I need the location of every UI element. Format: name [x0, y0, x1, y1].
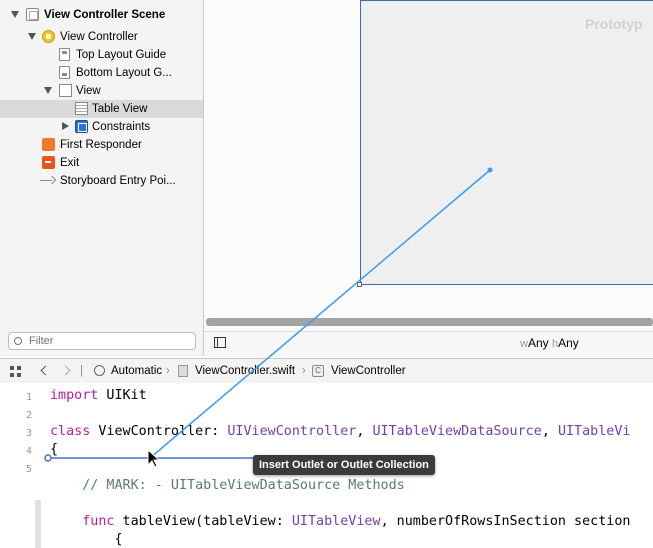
resize-handle[interactable]: [357, 282, 362, 287]
toggle-outline-icon[interactable]: [214, 337, 226, 348]
first-responder-icon: [42, 138, 55, 151]
filter-input[interactable]: [29, 333, 189, 349]
constraints-icon: [75, 120, 88, 133]
code-line-4: {: [50, 442, 59, 457]
outline-filter: [8, 332, 196, 350]
class-icon: C: [312, 365, 324, 377]
outline-item-label: Bottom Layout G...: [76, 67, 172, 79]
swift-file-icon: [178, 365, 188, 377]
code-line-1: import UIKit: [50, 388, 147, 403]
disclosure-open-icon[interactable]: [44, 87, 52, 94]
class-crumb[interactable]: ViewController: [331, 359, 406, 383]
outline-item-label: Constraints: [92, 121, 151, 133]
code-text: , numberOfRowsInSection section: [380, 514, 631, 529]
exit-icon: [42, 156, 55, 169]
pointer-cursor-icon: [147, 449, 160, 468]
separator: |: [80, 365, 83, 377]
grid-icon[interactable]: [10, 366, 21, 377]
type-name: UITableViewDataSource: [372, 424, 542, 439]
line-number-gutter: 1 2 3 4 5: [0, 383, 41, 548]
outline-item-first-responder[interactable]: First Responder: [0, 136, 203, 154]
line-number: 5: [25, 464, 32, 475]
view-controller-icon: [42, 30, 55, 43]
outline-item-label: Exit: [60, 157, 80, 169]
keyword: class: [50, 424, 91, 439]
outline-item-label: Table View: [92, 103, 148, 115]
layout-guide-icon: [59, 48, 70, 61]
keyword: func: [50, 514, 115, 529]
size-class-w-value: Any: [527, 336, 549, 350]
table-view-scene[interactable]: [360, 0, 653, 285]
table-view-icon: [75, 102, 88, 115]
disclosure-open-icon[interactable]: [11, 11, 19, 18]
code-text: UIKit: [98, 388, 147, 403]
outline-item-label: View: [76, 85, 101, 97]
back-chevron-icon[interactable]: [40, 365, 51, 376]
view-icon: [59, 84, 72, 97]
size-class-button[interactable]: wAny hAny: [520, 336, 579, 351]
code-line-6: // MARK: - UITableViewDataSource Methods: [50, 478, 405, 493]
type-name: UIViewController: [227, 424, 357, 439]
automatic-mode-crumb[interactable]: Automatic: [111, 359, 162, 383]
forward-chevron-icon[interactable]: [60, 365, 71, 376]
automatic-icon: [94, 365, 105, 376]
outline-item-label: Storyboard Entry Poi...: [60, 175, 176, 187]
insert-outlet-tooltip: Insert Outlet or Outlet Collection: [253, 455, 435, 475]
breadcrumb-chevron-icon: ›: [166, 365, 170, 377]
filter-icon: [14, 337, 22, 345]
outline-item-storyboard-entry-point[interactable]: Storyboard Entry Poi...: [0, 172, 203, 190]
outline-item-top-layout-guide[interactable]: Top Layout Guide: [0, 46, 203, 64]
line-number: 3: [25, 428, 32, 439]
outline-item-label: View Controller Scene: [44, 9, 166, 21]
code-text: tableView(tableView:: [114, 514, 292, 529]
outline-item-label: Top Layout Guide: [76, 49, 167, 61]
layout-guide-icon: [59, 66, 70, 79]
document-outline: View Controller Scene View Controller To…: [0, 0, 204, 356]
jump-bar: | Automatic › ViewController.swift › C V…: [0, 358, 653, 384]
outline-item-label: First Responder: [60, 139, 142, 151]
change-marker: [35, 500, 41, 548]
breadcrumb-chevron-icon: ›: [302, 365, 306, 377]
code-line-3: class ViewController: UIViewController, …: [50, 424, 631, 439]
outline-item-exit[interactable]: Exit: [0, 154, 203, 172]
keyword: import: [50, 388, 99, 403]
outline-item-view-controller[interactable]: View Controller: [0, 28, 203, 46]
outline-item-constraints[interactable]: Constraints: [0, 118, 203, 136]
line-number: 4: [25, 446, 32, 457]
outline-item-label: View Controller: [60, 31, 138, 43]
disclosure-open-icon[interactable]: [28, 33, 36, 40]
outline-item-table-view[interactable]: Table View: [0, 100, 203, 118]
size-class-h-value: Any: [558, 336, 579, 350]
prototype-cells-label: Prototyp: [585, 16, 643, 32]
outline-item-view[interactable]: View: [0, 82, 203, 100]
file-crumb[interactable]: ViewController.swift: [195, 359, 295, 383]
code-line-8: func tableView(tableView: UITableView, n…: [50, 514, 630, 529]
outline-item-view-controller-scene[interactable]: View Controller Scene: [0, 6, 203, 24]
canvas-bottom-bar: [204, 331, 653, 357]
scene-icon: [26, 8, 39, 21]
horizontal-scrollbar[interactable]: [206, 318, 653, 326]
line-number: 2: [25, 410, 32, 421]
type-name: UITableView: [291, 514, 381, 529]
outline-item-bottom-layout-guide[interactable]: Bottom Layout G...: [0, 64, 203, 82]
size-class-w-prefix: w: [520, 338, 528, 350]
code-text: ,: [541, 424, 558, 439]
type-name: UITableVi: [557, 424, 631, 439]
entry-point-arrow-icon: [40, 176, 56, 186]
line-number: 1: [25, 392, 32, 403]
code-text: ,: [356, 424, 373, 439]
disclosure-closed-icon[interactable]: [62, 122, 69, 130]
code-text: ViewController:: [90, 424, 228, 439]
comment: // MARK: - UITableViewDataSource Methods: [50, 478, 405, 493]
code-line-9: {: [50, 532, 123, 547]
